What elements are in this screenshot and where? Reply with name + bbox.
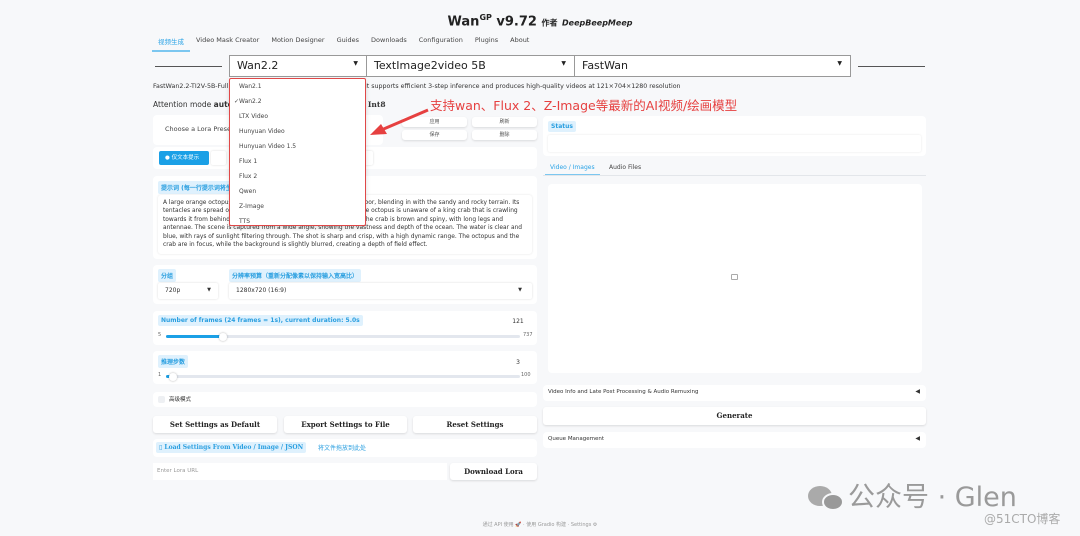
dropdown-option[interactable]: Wan2.1	[230, 79, 365, 94]
slider-handle[interactable]	[169, 372, 178, 381]
prompt-label: 提示词 (每一行提示词将生	[158, 181, 235, 194]
frames-label: Number of frames (24 frames = 1s), curre…	[158, 315, 363, 326]
dropdown-option[interactable]: Z-Image	[230, 199, 365, 214]
model-type-select[interactable]: TextImage2video 5B ▼	[366, 55, 575, 77]
annotation-arrow-icon	[370, 108, 429, 135]
watermark-sub: @51CTO博客	[984, 512, 1061, 526]
export-settings-button[interactable]: Export Settings to File	[284, 416, 407, 433]
tab-video-generation[interactable]: 视频生成	[152, 34, 190, 52]
load-settings-label: ▯ Load Settings From Video / Image / JSO…	[156, 442, 307, 453]
group-select[interactable]: 720p ▼	[158, 283, 218, 299]
steps-panel: 推理步数 3 1 100	[153, 351, 537, 384]
load-settings-panel[interactable]: ▯ Load Settings From Video / Image / JSO…	[153, 439, 537, 457]
model-family-dropdown: Wan2.1 ✓Wan2.2 LTX Video Hunyuan Video Hunyu…	[229, 78, 366, 226]
dropdown-option[interactable]: Qwen	[230, 184, 365, 199]
divider	[155, 66, 222, 67]
model-family-select[interactable]: Wan2.2 ▼	[229, 55, 367, 77]
steps-min: 1	[158, 372, 162, 378]
frames-input[interactable]: 121	[503, 316, 533, 327]
resolution-label: 分辨率预算（重新分配像素以保持输入宽高比）	[229, 269, 362, 282]
generate-button[interactable]: Generate	[543, 407, 926, 425]
download-lora-button[interactable]: Download Lora	[450, 463, 537, 480]
advanced-label: 高级模式	[169, 397, 192, 403]
slider-handle[interactable]	[218, 332, 227, 341]
chevron-down-icon: ▼	[353, 60, 358, 67]
collapse-triangle-icon: ◀	[915, 435, 920, 442]
queue-accordion[interactable]: Queue Management ◀	[543, 432, 926, 448]
steps-label: 推理步数	[158, 355, 189, 368]
advanced-panel: 高级模式	[153, 392, 537, 407]
radio-option[interactable]	[211, 151, 226, 165]
lora-url-input[interactable]: Enter Lora URL	[153, 463, 447, 480]
refresh-button[interactable]: 刷新	[472, 117, 537, 127]
advanced-checkbox[interactable]	[158, 396, 165, 403]
image-placeholder-icon	[731, 274, 738, 280]
group-label: 分组	[158, 269, 177, 282]
tab-audio-files[interactable]: Audio Files	[609, 164, 641, 171]
resolution-panel: 分组 分辨率预算（重新分配像素以保持输入宽高比） 720p ▼ 1280x720 …	[153, 265, 537, 304]
status-textbox	[548, 135, 921, 152]
reset-settings-button[interactable]: Reset Settings	[413, 416, 537, 433]
divider	[543, 175, 926, 176]
dropdown-option[interactable]: ✓Wan2.2	[230, 94, 365, 109]
delete-button[interactable]: 删除	[472, 130, 537, 140]
status-label: Status	[548, 121, 576, 132]
video-output	[548, 184, 922, 373]
tab-guides[interactable]: Guides	[331, 34, 365, 52]
steps-input[interactable]: 3	[503, 357, 533, 368]
gradio-link[interactable]: 使用 Gradio 构建	[526, 522, 566, 528]
main-tabs: 视频生成 Video Mask Creator Motion Designer …	[152, 34, 535, 52]
status-panel: Status	[543, 116, 926, 156]
drop-zone-text: 将文件拖放到此处	[318, 445, 367, 452]
frames-min: 5	[158, 332, 162, 338]
app-title: WanGP v9.72 作者 DeepBeepMeep	[447, 13, 633, 30]
divider	[858, 66, 925, 67]
tab-configuration[interactable]: Configuration	[413, 34, 469, 52]
wechat-icon	[808, 485, 848, 512]
settings-link[interactable]: Settings	[571, 522, 592, 528]
dropdown-option[interactable]: TTS	[230, 214, 365, 229]
chevron-down-icon: ▼	[561, 60, 566, 67]
radio-text-only[interactable]: ● 仅文本提示	[159, 151, 209, 165]
dropdown-option[interactable]: LTX Video	[230, 109, 365, 124]
chevron-down-icon: ▼	[837, 60, 842, 67]
model-variant-select[interactable]: FastWan ▼	[574, 55, 851, 77]
watermark: 公众号 · Glen	[808, 475, 1017, 514]
steps-slider[interactable]	[166, 372, 520, 381]
collapse-triangle-icon: ◀	[915, 388, 920, 395]
frames-panel: Number of frames (24 frames = 1s), curre…	[153, 311, 537, 345]
steps-max: 100	[521, 372, 531, 378]
chevron-down-icon: ▼	[207, 287, 211, 293]
lora-preset-select[interactable]: Choose a Lora Preset	[165, 125, 234, 133]
resolution-select[interactable]: 1280x720 (16:9) ▼	[229, 283, 532, 299]
tab-video-mask-creator[interactable]: Video Mask Creator	[190, 34, 265, 52]
tab-video-images[interactable]: Video / Images	[545, 164, 600, 175]
frames-max: 737	[523, 332, 533, 338]
api-link[interactable]: 通过 API 使用	[483, 522, 514, 528]
tab-plugins[interactable]: Plugins	[469, 34, 504, 52]
tab-downloads[interactable]: Downloads	[365, 34, 413, 52]
dropdown-option[interactable]: Hunyuan Video	[230, 124, 365, 139]
footer: 通过 API 使用 🚀 · 使用 Gradio 构建 · Settings ⚙	[482, 522, 598, 528]
tab-about[interactable]: About	[504, 34, 535, 52]
dropdown-option[interactable]: Flux 2	[230, 169, 365, 184]
set-default-button[interactable]: Set Settings as Default	[153, 416, 277, 433]
tab-motion-designer[interactable]: Motion Designer	[265, 34, 330, 52]
annotation-text: 支持wan、Flux 2、Z-Image等最新的AI视频/绘画模型	[430, 98, 738, 113]
frames-slider[interactable]	[166, 332, 520, 341]
dropdown-option[interactable]: Flux 1	[230, 154, 365, 169]
video-info-accordion[interactable]: Video Info and Late Post Processing & Au…	[543, 385, 926, 401]
chevron-down-icon: ▼	[518, 287, 522, 293]
dropdown-option[interactable]: Hunyuan Video 1.5	[230, 139, 365, 154]
option-label: Wan2.2	[239, 98, 262, 105]
